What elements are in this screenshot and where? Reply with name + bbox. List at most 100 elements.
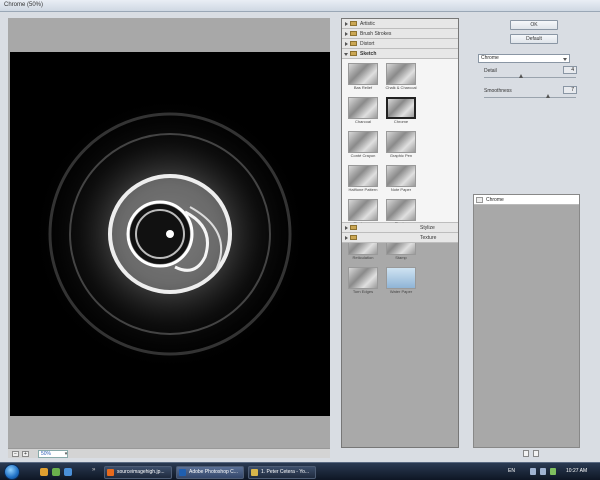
- folder-icon: [350, 41, 357, 46]
- sketch-thumbnails: Bas Relief Chalk & Charcoal Charcoal Chr…: [342, 59, 458, 294]
- thumbnail-image: [348, 199, 378, 221]
- filter-thumb-water-paper[interactable]: Water Paper: [382, 265, 420, 299]
- effect-layers-list: Chrome: [473, 194, 580, 448]
- photoshop-icon: [179, 469, 186, 476]
- window-title: Chrome (50%): [4, 2, 44, 8]
- title-bar: Chrome (50%): [0, 0, 600, 12]
- thumbnail-label: Torn Edges: [352, 289, 374, 294]
- thumbnail-image: [348, 131, 378, 153]
- firefox-icon: [107, 469, 114, 476]
- clock[interactable]: 10:27 AM: [566, 468, 587, 474]
- chevron-right-icon[interactable]: »: [92, 467, 95, 473]
- chevron-right-icon: [345, 32, 348, 36]
- smoothness-slider-thumb[interactable]: [546, 94, 551, 98]
- chevron-down-icon: [344, 53, 348, 56]
- tray-icon[interactable]: [550, 468, 556, 475]
- trash-icon[interactable]: [533, 450, 539, 457]
- task-label: Adobe Photoshop C...: [189, 469, 238, 475]
- smoothness-label: Smoothness: [484, 88, 512, 94]
- filter-thumb-bas-relief[interactable]: Bas Relief: [344, 61, 382, 95]
- thumbnail-label: Charcoal: [354, 119, 371, 124]
- zoom-out-button[interactable]: −: [12, 451, 19, 457]
- filter-thumb-chalk-charcoal[interactable]: Chalk & Charcoal: [382, 61, 420, 95]
- category-brush-strokes[interactable]: Brush Strokes: [342, 29, 458, 39]
- filter-thumb-graphic-pen[interactable]: Graphic Pen: [382, 129, 420, 163]
- thumbnail-image: [386, 165, 416, 187]
- thumbnail-label: Note Paper: [390, 187, 412, 192]
- thumbnail-label: Halftone Pattern: [348, 187, 378, 192]
- filter-thumb-torn-edges[interactable]: Torn Edges: [344, 265, 382, 299]
- thumbnail-image: [348, 97, 378, 119]
- eye-icon[interactable]: [476, 197, 483, 203]
- task-label: 1. Peter Cetera - Yo...: [261, 469, 310, 475]
- filter-thumb-charcoal[interactable]: Charcoal: [344, 95, 382, 129]
- taskbar-item-media[interactable]: 1. Peter Cetera - Yo...: [248, 466, 316, 479]
- quick-launch-icon[interactable]: [40, 468, 48, 476]
- effect-layer-label: Chrome: [486, 197, 504, 203]
- network-icon[interactable]: [530, 468, 536, 475]
- folder-icon: [350, 21, 357, 26]
- folder-icon: [350, 51, 357, 56]
- filter-gallery: Artistic Brush Strokes Distort Sketch Ba…: [341, 18, 459, 448]
- default-button[interactable]: Default: [510, 34, 558, 44]
- filter-thumb-conte-crayon[interactable]: Conté Crayon: [344, 129, 382, 163]
- chevron-right-icon: [345, 42, 348, 46]
- thumbnail-image: [348, 267, 378, 289]
- chevron-right-icon: [345, 226, 348, 230]
- options-panel: OK Default Chrome Detail 4 Smoothness 7 …: [468, 18, 592, 457]
- folder-icon: [350, 225, 357, 230]
- smoothness-input[interactable]: 7: [563, 86, 577, 94]
- thumbnail-image: [348, 165, 378, 187]
- category-label: Distort: [360, 41, 375, 47]
- media-player-icon: [251, 469, 258, 476]
- chevron-right-icon: [345, 22, 348, 26]
- thumbnail-label: Conté Crayon: [350, 153, 376, 158]
- language-indicator[interactable]: EN: [508, 468, 515, 474]
- chevron-down-icon: [563, 58, 567, 61]
- thumbnail-image: [386, 199, 416, 221]
- category-label: Sketch: [360, 51, 377, 57]
- category-label: Texture: [420, 235, 437, 241]
- thumbnail-image: [386, 267, 416, 289]
- filter-thumb-halftone-pattern[interactable]: Halftone Pattern: [344, 163, 382, 197]
- detail-label: Detail: [484, 68, 497, 74]
- zoom-bar: − + 50% ▾: [8, 448, 330, 458]
- category-label: Artistic: [360, 21, 375, 27]
- start-button[interactable]: [4, 464, 20, 480]
- smoothness-slider-track[interactable]: [484, 97, 576, 98]
- preview-image[interactable]: [10, 52, 330, 416]
- thumbnail-image: [348, 63, 378, 85]
- filter-thumb-note-paper[interactable]: Note Paper: [382, 163, 420, 197]
- thumbnail-label: Water Paper: [389, 289, 413, 294]
- thumbnail-label: Stamp: [395, 255, 407, 260]
- quick-launch-icon[interactable]: [64, 468, 72, 476]
- detail-slider-track[interactable]: [484, 77, 576, 78]
- taskbar-item-firefox[interactable]: sourceimagehigh.jp...: [104, 466, 172, 479]
- chevron-down-icon[interactable]: ▾: [62, 450, 70, 458]
- category-artistic[interactable]: Artistic: [342, 19, 458, 29]
- zoom-in-button[interactable]: +: [22, 451, 29, 457]
- thumbnail-label: Chalk & Charcoal: [385, 85, 417, 90]
- detail-input[interactable]: 4: [563, 66, 577, 74]
- thumbnail-image: [386, 131, 416, 153]
- ok-button[interactable]: OK: [510, 20, 558, 30]
- quick-launch-icon[interactable]: [52, 468, 60, 476]
- filter-thumb-chrome[interactable]: Chrome: [382, 95, 420, 129]
- filter-select-value: Chrome: [481, 55, 499, 61]
- chrome-preview-graphic: [30, 94, 310, 374]
- folder-icon: [350, 31, 357, 36]
- taskbar-item-photoshop[interactable]: Adobe Photoshop C...: [176, 466, 244, 479]
- category-stylize[interactable]: Stylize: [342, 223, 458, 233]
- category-sketch[interactable]: Sketch: [342, 49, 458, 59]
- volume-icon[interactable]: [540, 468, 546, 475]
- detail-slider-thumb[interactable]: [518, 74, 523, 78]
- category-distort[interactable]: Distort: [342, 39, 458, 49]
- thumbnail-label: Graphic Pen: [389, 153, 413, 158]
- taskbar: » sourceimagehigh.jp... Adobe Photoshop …: [0, 462, 600, 480]
- task-label: sourceimagehigh.jp...: [117, 469, 165, 475]
- category-texture[interactable]: Texture: [342, 233, 458, 243]
- new-effect-layer-icon[interactable]: [523, 450, 529, 457]
- filter-select[interactable]: Chrome: [478, 54, 570, 63]
- thumbnail-label: Bas Relief: [353, 85, 373, 90]
- effect-layer-row[interactable]: Chrome: [474, 195, 579, 205]
